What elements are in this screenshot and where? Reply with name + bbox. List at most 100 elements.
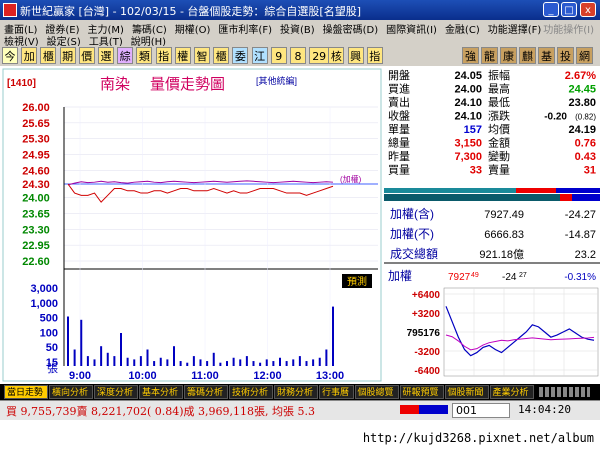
volume-unit: 張 xyxy=(47,362,58,375)
toolbar-button[interactable]: 江 xyxy=(251,47,268,64)
tab-scroll-area[interactable] xyxy=(538,387,590,397)
volume-tick: 500 xyxy=(40,313,58,325)
price-tick: 23.65 xyxy=(22,208,50,220)
analysis-tab[interactable]: 深度分析 xyxy=(94,385,138,399)
toolbar-button[interactable]: 9 xyxy=(270,47,287,64)
forecast-button-label[interactable]: 預測 xyxy=(347,275,367,288)
quote-label: 開盤 xyxy=(388,69,410,82)
time-tick: 10:00 xyxy=(128,370,156,382)
volume-bar xyxy=(272,361,275,366)
menu-item[interactable]: 投資(B) xyxy=(280,25,315,36)
volume-bar xyxy=(166,359,169,366)
price-tick: 25.65 xyxy=(22,118,50,130)
toolbar-button[interactable]: 權 xyxy=(174,47,191,64)
toolbar-button[interactable]: 智 xyxy=(194,47,210,64)
toolbar-button[interactable]: 委 xyxy=(232,47,249,64)
volume-bar xyxy=(73,349,76,366)
toolbar-button[interactable]: 指 xyxy=(366,47,383,64)
stock-code: [1410] xyxy=(7,78,36,89)
analysis-tab[interactable]: 行事曆 xyxy=(319,385,354,399)
menu-item[interactable]: 功能選擇(F) xyxy=(488,25,542,36)
quote-value-sub: (0.82) xyxy=(575,113,596,122)
toolbar: 今加櫃期價選綜類指權智櫃委江 9 8 29 核興指強龍康麒基投網 xyxy=(0,46,600,66)
toolbar-button[interactable]: 價 xyxy=(78,47,95,64)
toolbar-button[interactable]: 網 xyxy=(576,47,593,64)
window-title: 新世紀贏家 [台灣] - 102/03/15 - 台盤個股走勢：綜合自選股[名望… xyxy=(20,5,361,18)
other-link[interactable]: [其他統編] xyxy=(256,75,297,86)
index-change: 23.2 xyxy=(575,249,596,261)
close-button[interactable]: x xyxy=(580,2,596,17)
volume-bar xyxy=(239,359,242,366)
maximize-button[interactable]: □ xyxy=(561,2,577,17)
toolbar-button[interactable]: 8 xyxy=(290,47,306,64)
toolbar-button[interactable]: 核 xyxy=(328,47,345,64)
toolbar-button[interactable]: 麒 xyxy=(519,47,536,64)
toolbar-button[interactable]: 龍 xyxy=(481,47,498,64)
toolbar-button[interactable]: 指 xyxy=(155,47,172,64)
bid-ask-blue-2 xyxy=(572,194,600,201)
mini-change: -24 xyxy=(502,272,517,283)
volume-bar xyxy=(312,359,315,366)
time-tick: 9:00 xyxy=(69,370,91,382)
quote-label: 最低 xyxy=(488,96,510,109)
quote-label: 總量 xyxy=(388,136,410,150)
analysis-tab[interactable]: 研報預覽 xyxy=(399,385,444,399)
mini-pct: -0.31% xyxy=(564,272,596,283)
volume-bar xyxy=(212,352,215,366)
menu-item[interactable]: 金融(C) xyxy=(445,25,480,36)
quote-label: 買量 xyxy=(388,164,410,177)
watermark-area: http://kujd3268.pixnet.net/album xyxy=(0,420,600,450)
toolbar-button[interactable]: 類 xyxy=(136,47,153,64)
analysis-tab[interactable]: 個股新聞 xyxy=(444,385,489,399)
toolbar-button[interactable]: 投 xyxy=(557,47,574,64)
toolbar-button[interactable]: 29 xyxy=(309,47,330,64)
analysis-tab[interactable]: 橫向分析 xyxy=(49,385,93,399)
quote-label: 賣量 xyxy=(488,163,510,177)
volume-bar xyxy=(325,349,328,366)
volume-bar xyxy=(80,319,83,366)
toolbar-button[interactable]: 強 xyxy=(462,47,479,64)
price-volume-chart-panel: [1410] 南染 量價走勢圖 [其他統編] (加權) 26.00 25.65 25… xyxy=(0,66,384,384)
toolbar-button[interactable]: 櫃 xyxy=(213,47,230,64)
analysis-tab[interactable]: 當日走勢 xyxy=(4,385,48,399)
toolbar-button[interactable]: 興 xyxy=(347,47,364,64)
minimize-button[interactable]: _ xyxy=(543,2,559,17)
quote-value: 157 xyxy=(464,124,482,136)
analysis-tab[interactable]: 技術分析 xyxy=(229,385,273,399)
volume-bar xyxy=(292,359,295,366)
menu-item[interactable]: 匯市利率(F) xyxy=(218,25,272,36)
toolbar-button[interactable]: 綜 xyxy=(117,47,134,64)
toolbar-button[interactable]: 康 xyxy=(500,47,517,64)
volume-bar xyxy=(139,356,142,366)
menu-item[interactable]: 國際資訊(I) xyxy=(386,25,437,36)
toolbar-button[interactable]: 基 xyxy=(538,47,555,64)
toolbar-button[interactable]: 選 xyxy=(98,47,114,64)
analysis-tab[interactable]: 基本分析 xyxy=(139,385,183,399)
mini-tick: -6400 xyxy=(414,366,440,377)
toolbar-button[interactable]: 加 xyxy=(21,47,38,64)
toolbar-button[interactable]: 今 xyxy=(2,47,18,64)
code-input[interactable]: 001 xyxy=(452,403,510,418)
volume-bar xyxy=(173,346,175,366)
menu-item[interactable]: 操盤密碼(D) xyxy=(323,25,379,36)
menu-function-ops[interactable]: 功能操作(I) xyxy=(543,21,594,36)
toolbar-button[interactable]: 期 xyxy=(59,47,76,64)
mini-label: 加權 xyxy=(388,269,412,283)
time-tick: 11:00 xyxy=(191,370,219,382)
quote-value: 24.10 xyxy=(454,97,482,109)
analysis-tab[interactable]: 財務分析 xyxy=(274,385,318,399)
price-tick: 25.30 xyxy=(22,134,50,146)
analysis-tab[interactable]: 產業分析 xyxy=(489,385,534,399)
bid-ask-blue xyxy=(556,188,600,193)
volume-bar xyxy=(279,357,281,366)
toolbar-button[interactable]: 櫃 xyxy=(40,47,57,64)
mini-value-dec: 49 xyxy=(471,272,479,279)
volume-bar xyxy=(226,361,228,366)
menu-item[interactable]: 期權(O) xyxy=(175,25,211,36)
quote-value: 24.19 xyxy=(568,124,596,136)
quote-value: 2.67% xyxy=(565,70,596,82)
analysis-tab[interactable]: 個股總覽 xyxy=(354,385,399,399)
title-bar: 新世紀贏家 [台灣] - 102/03/15 - 台盤個股走勢：綜合自選股[名望… xyxy=(0,0,600,20)
analysis-tab[interactable]: 籌碼分析 xyxy=(184,385,228,399)
volume-bar xyxy=(219,362,222,366)
